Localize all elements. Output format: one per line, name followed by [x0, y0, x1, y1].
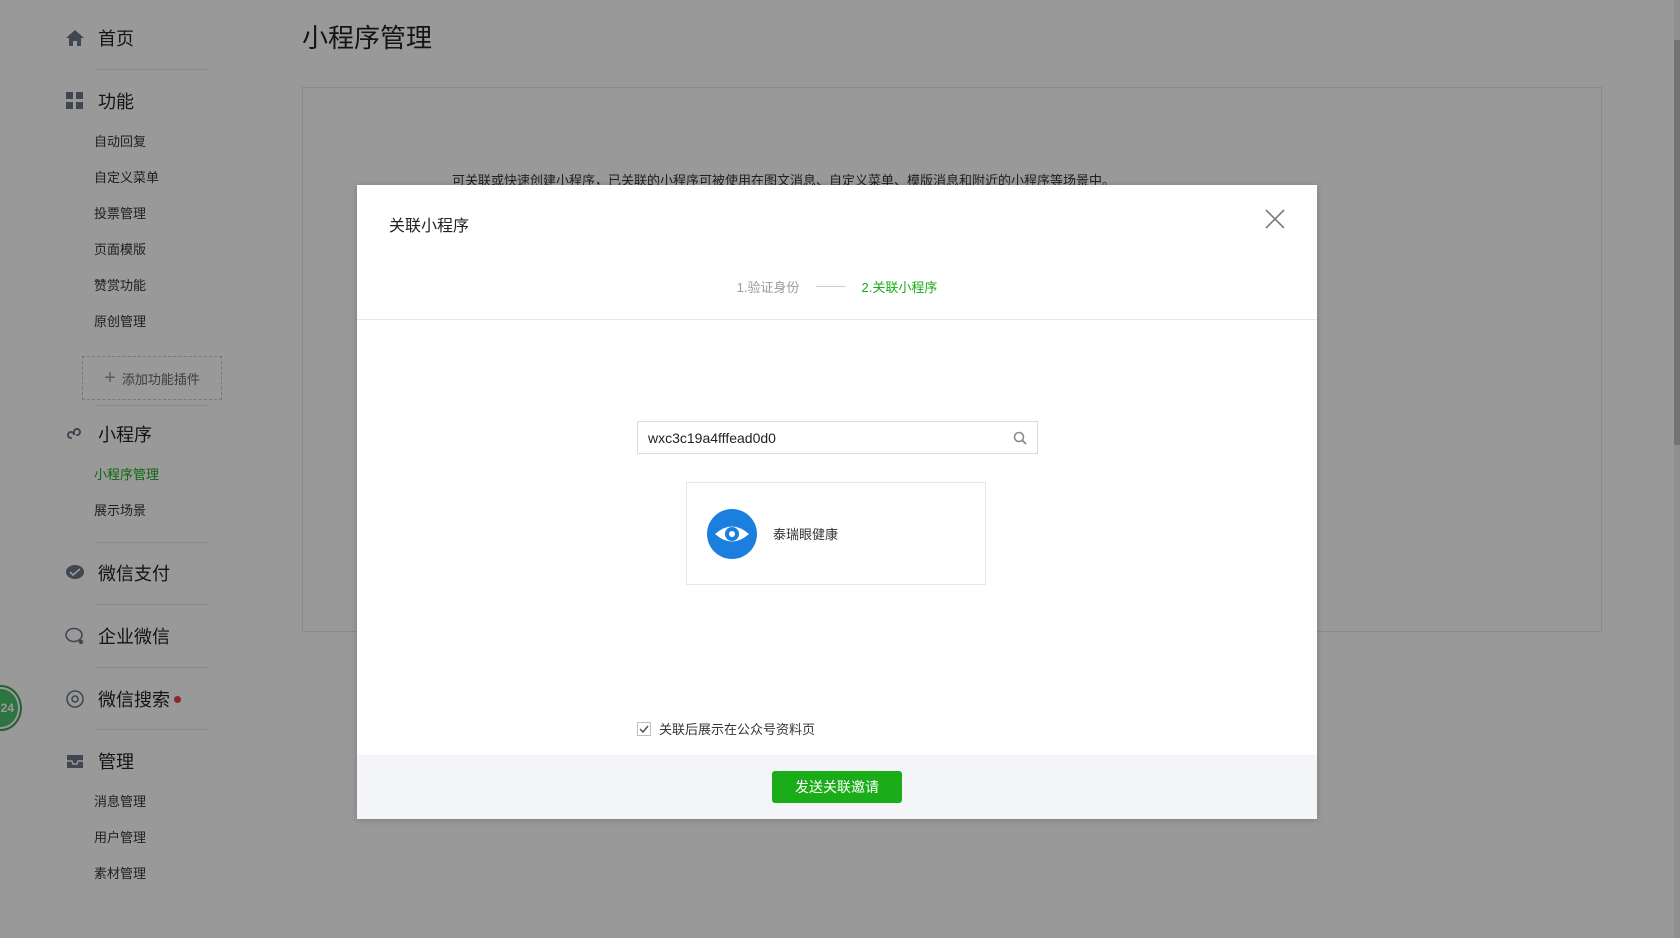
send-invite-button[interactable]: 发送关联邀请 — [772, 771, 902, 803]
stepper: 1.验证身份 2.关联小程序 — [357, 277, 1317, 296]
step-verify-identity: 1.验证身份 — [736, 280, 800, 295]
search-result-card[interactable]: 泰瑞眼健康 — [686, 482, 986, 585]
dialog-footer: 发送关联邀请 — [357, 755, 1317, 819]
close-icon[interactable] — [1263, 207, 1287, 231]
show-on-profile-checkbox[interactable] — [637, 721, 651, 736]
dialog-title: 关联小程序 — [389, 218, 470, 235]
step-connector — [815, 286, 846, 287]
step-link-miniprogram: 2.关联小程序 — [861, 280, 938, 295]
miniprogram-logo — [707, 508, 757, 559]
appid-search-input[interactable] — [638, 422, 1003, 453]
appid-search-box — [637, 421, 1038, 454]
miniprogram-name: 泰瑞眼健康 — [773, 527, 839, 542]
link-miniprogram-dialog: 关联小程序 1.验证身份 2.关联小程序 泰瑞眼健康 关联后展示在公众号资料页 — [357, 185, 1317, 819]
search-icon[interactable] — [1003, 422, 1037, 453]
show-on-profile-option[interactable]: 关联后展示在公众号资料页 — [637, 719, 815, 738]
dialog-divider — [357, 319, 1317, 320]
show-on-profile-label: 关联后展示在公众号资料页 — [659, 722, 816, 737]
